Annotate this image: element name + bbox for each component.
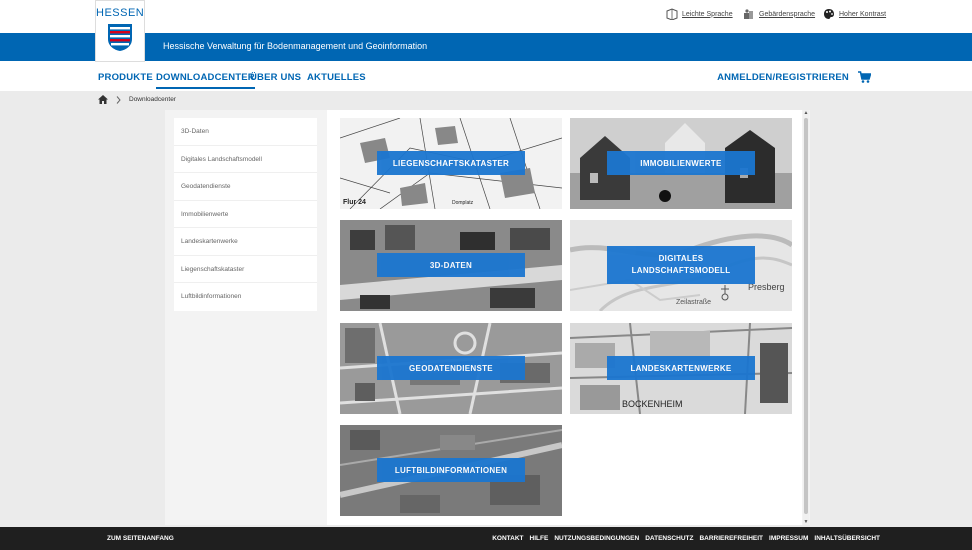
site-title-band: Hessische Verwaltung für Bodenmanagement… xyxy=(0,33,972,61)
content-scrollbar[interactable]: ▲ ▼ xyxy=(803,110,809,525)
tile-immobilienwerte[interactable]: IMMOBILIENWERTE xyxy=(570,118,792,209)
sidebar-item-luftbildinformationen[interactable]: Luftbildinformationen xyxy=(174,283,317,311)
tile-map-text-flur: Flur 24 xyxy=(343,199,366,206)
tile-map-text-domplatz: Domplatz xyxy=(452,200,474,206)
login-register-link[interactable]: ANMELDEN/REGISTRIEREN xyxy=(717,72,849,83)
contrast-link[interactable]: Hoher Kontrast xyxy=(823,8,886,20)
easy-language-label: Leichte Sprache xyxy=(682,10,733,18)
tile-liegenschaftskataster[interactable]: Flur 24 Domplatz LIEGENSCHAFTSKATASTER xyxy=(340,118,562,209)
tile-label: LIEGENSCHAFTSKATASTER xyxy=(377,151,525,175)
nav-downloadcenter[interactable]: DOWNLOADCENTER xyxy=(156,72,255,89)
tile-label: 3D-DATEN xyxy=(377,253,525,277)
sidebar-item-immobilienwerte[interactable]: Immobilienwerte xyxy=(174,201,317,228)
tile-map-text-zeilastrasse: Zeilastraße xyxy=(676,299,711,306)
tile-luftbildinformationen[interactable]: LUFTBILDINFORMATIONEN xyxy=(340,425,562,516)
tile-label: DIGITALES LANDSCHAFTSMODELL xyxy=(607,246,755,284)
footer-link-hilfe[interactable]: HILFE xyxy=(530,535,549,542)
nav-produkte[interactable]: PRODUKTE xyxy=(98,72,153,83)
sidebar-item-landeskartenwerke[interactable]: Landeskartenwerke xyxy=(174,228,317,256)
easy-language-link[interactable]: Leichte Sprache xyxy=(666,8,733,20)
back-to-top-link[interactable]: ZUM SEITENANFANG xyxy=(107,535,174,542)
cart-icon[interactable] xyxy=(858,71,871,83)
sign-language-icon xyxy=(744,9,753,19)
tile-label: LUFTBILDINFORMATIONEN xyxy=(377,458,525,482)
sidebar-item-3d-daten[interactable]: 3D-Daten xyxy=(174,118,317,146)
tile-label: IMMOBILIENWERTE xyxy=(607,151,755,175)
contrast-palette-icon xyxy=(824,9,834,19)
tile-map-text-bockenheim: BOCKENHEIM xyxy=(622,399,683,409)
main-nav: PRODUKTE DOWNLOADCENTER ÜBER UNS AKTUELL… xyxy=(0,61,972,91)
tile-digitales-landschaftsmodell[interactable]: Presberg Zeilastraße DIGITALES LANDSCHAF… xyxy=(570,220,792,311)
breadcrumb-current: Downloadcenter xyxy=(129,96,176,103)
tile-label: LANDESKARTENWERKE xyxy=(607,356,755,380)
logo-text: HESSEN xyxy=(96,7,145,19)
hessen-shield-icon xyxy=(108,24,132,51)
nav-ueber-uns[interactable]: ÜBER UNS xyxy=(250,72,301,83)
chevron-right-icon xyxy=(116,95,121,104)
sidebar-item-landschaftsmodell[interactable]: Digitales Landschaftsmodell xyxy=(174,146,317,173)
home-icon[interactable] xyxy=(98,95,108,104)
scroll-up-arrow-icon[interactable]: ▲ xyxy=(803,110,809,116)
hessen-logo[interactable]: HESSEN xyxy=(95,0,145,62)
sidebar-item-liegenschaftskataster[interactable]: Liegenschaftskataster xyxy=(174,256,317,283)
tile-grid: Flur 24 Domplatz LIEGENSCHAFTSKATASTER I… xyxy=(327,110,802,525)
scroll-down-arrow-icon[interactable]: ▼ xyxy=(803,519,809,525)
footer: ZUM SEITENANFANG KONTAKT HILFE NUTZUNGSB… xyxy=(0,527,972,550)
sidebar-item-geodatendienste[interactable]: Geodatendienste xyxy=(174,173,317,201)
footer-link-inhaltsuebersicht[interactable]: INHALTSÜBERSICHT xyxy=(814,535,880,542)
footer-links: KONTAKT HILFE NUTZUNGSBEDINGUNGEN DATENS… xyxy=(492,535,880,542)
sign-language-link[interactable]: Gebärdensprache xyxy=(743,8,815,20)
footer-link-barrierefreiheit[interactable]: BARRIEREFREIHEIT xyxy=(699,535,763,542)
tile-landeskartenwerke[interactable]: BOCKENHEIM LANDESKARTENWERKE xyxy=(570,323,792,414)
footer-link-kontakt[interactable]: KONTAKT xyxy=(492,535,523,542)
footer-link-impressum[interactable]: IMPRESSUM xyxy=(769,535,808,542)
tile-3d-daten[interactable]: 3D-DATEN xyxy=(340,220,562,311)
nav-aktuelles[interactable]: AKTUELLES xyxy=(307,72,366,83)
breadcrumb: Downloadcenter xyxy=(98,95,176,104)
sign-language-label: Gebärdensprache xyxy=(759,10,816,18)
top-bar: Leichte Sprache Gebärdensprache Hoher Ko… xyxy=(0,0,972,33)
footer-link-datenschutz[interactable]: DATENSCHUTZ xyxy=(645,535,693,542)
contrast-label: Hoher Kontrast xyxy=(839,10,887,18)
site-subtitle: Hessische Verwaltung für Bodenmanagement… xyxy=(163,41,428,51)
sidebar-nav: 3D-Daten Digitales Landschaftsmodell Geo… xyxy=(174,118,317,311)
tile-geodatendienste[interactable]: GEODATENDIENSTE xyxy=(340,323,562,414)
tile-label: GEODATENDIENSTE xyxy=(377,356,525,380)
scroll-thumb[interactable] xyxy=(804,118,808,514)
easy-language-icon xyxy=(666,8,678,20)
footer-link-nutzungsbedingungen[interactable]: NUTZUNGSBEDINGUNGEN xyxy=(554,535,639,542)
